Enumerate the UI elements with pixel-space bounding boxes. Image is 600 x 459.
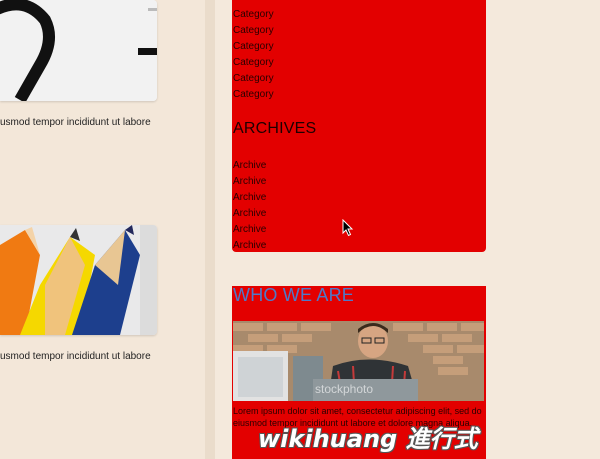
archive-link[interactable]: Archive [233, 240, 266, 252]
photo-watermark: stockphoto [315, 382, 373, 396]
pencils-image [0, 225, 157, 335]
category-link[interactable]: Category [233, 25, 274, 37]
category-link[interactable]: Category [233, 73, 274, 85]
category-link[interactable]: Category [233, 41, 274, 53]
category-link[interactable]: Category [233, 57, 274, 69]
who-we-are-heading: WHO WE ARE [233, 285, 355, 305]
team-photo: stockphoto [233, 321, 484, 401]
post-thumbnail-pencils[interactable] [0, 225, 157, 335]
post-excerpt: usmod tempor incididunt ut labore [0, 351, 151, 362]
man-at-laptop-image: stockphoto [233, 321, 484, 401]
mouse-cursor-icon [342, 219, 354, 237]
archives-heading: ARCHIVES [233, 120, 317, 137]
archive-link[interactable]: Archive [233, 224, 266, 236]
archive-link[interactable]: Archive [233, 176, 266, 188]
archive-link[interactable]: Archive [233, 192, 266, 204]
clock-image [0, 0, 157, 101]
archive-link[interactable]: Archive [233, 160, 266, 172]
category-link[interactable]: Category [233, 9, 274, 21]
archive-link[interactable]: Archive [233, 208, 266, 220]
column-divider [205, 0, 215, 459]
video-watermark: wikihuang 進行式 [258, 425, 478, 453]
post-excerpt: usmod tempor incididunt ut labore [0, 117, 151, 128]
post-thumbnail-clock[interactable] [0, 0, 157, 101]
category-link[interactable]: Category [233, 89, 274, 101]
